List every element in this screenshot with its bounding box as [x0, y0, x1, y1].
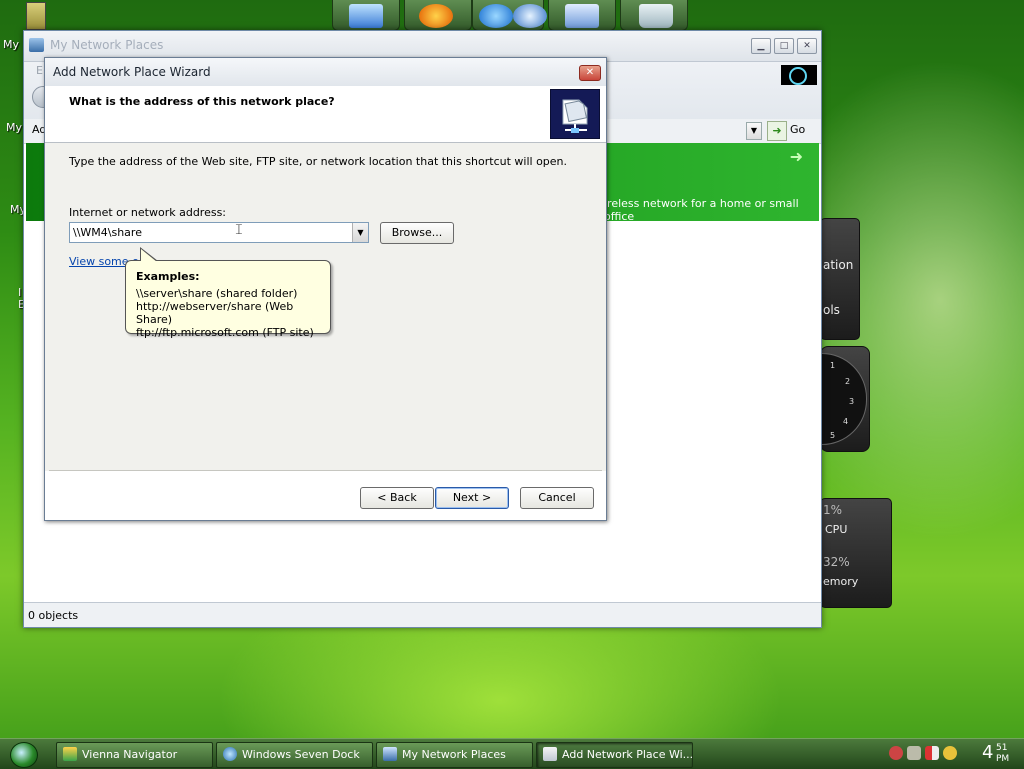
- taskbar-item-label: My Network Places: [402, 748, 506, 761]
- address-dropdown[interactable]: ▼: [746, 122, 762, 140]
- document-icon: [565, 4, 599, 28]
- button-separator: [49, 470, 602, 472]
- dock-item-browser[interactable]: [404, 0, 472, 31]
- taskbar-item-network-places[interactable]: My Network Places: [376, 742, 533, 768]
- wireless-network-link[interactable]: ireless network for a home or small offi…: [604, 197, 819, 223]
- tray-icon[interactable]: [925, 746, 939, 760]
- desktop-label: My: [3, 38, 20, 51]
- wizard-titlebar[interactable]: Add Network Place Wizard ✕: [45, 58, 606, 86]
- dock-item-docs[interactable]: [548, 0, 616, 31]
- clock-number: 5: [830, 431, 836, 440]
- internet-explorer-icon: [479, 4, 513, 28]
- status-text: 0 objects: [28, 609, 79, 622]
- chevron-down-icon[interactable]: ▼: [352, 223, 368, 242]
- go-arrow-icon[interactable]: ➜: [767, 121, 787, 141]
- clock-hour: 4: [982, 742, 994, 763]
- next-button[interactable]: Next >: [435, 487, 509, 509]
- desktop-label: My: [6, 121, 23, 134]
- taskbar-clock[interactable]: 4 51 PM: [982, 742, 1009, 764]
- clock-gadget: 1 2 3 4 5: [820, 346, 870, 452]
- vienna-icon: [63, 747, 77, 761]
- cpu-meter-gadget: 1% CPU 32% emory: [820, 498, 892, 608]
- wizard-close-button[interactable]: ✕: [579, 65, 601, 81]
- network-address-combobox[interactable]: \\WM4\share 𝙸 ▼: [69, 222, 369, 243]
- cpu-value: 1%: [823, 503, 843, 517]
- network-address-value[interactable]: \\WM4\share: [73, 226, 142, 239]
- tooltip-line: http://webserver/share (Web Share): [136, 300, 294, 326]
- back-button[interactable]: < Back: [360, 487, 434, 509]
- gadget-tools-text: ols: [823, 303, 840, 317]
- tooltip-line: ftp://ftp.microsoft.com (FTP site): [136, 326, 314, 339]
- dock-app-icon: [223, 747, 237, 761]
- network-folder-icon: [550, 89, 600, 139]
- dock-item-recycle[interactable]: [620, 0, 688, 31]
- network-places-icon: [383, 747, 397, 761]
- tooltip-tail-fill: [141, 249, 157, 262]
- clock-number: 1: [830, 361, 836, 370]
- tooltip-line: \\server\share (shared folder): [136, 287, 298, 300]
- close-button[interactable]: ✕: [797, 38, 817, 54]
- add-network-place-wizard: Add Network Place Wizard ✕ What is the a…: [44, 57, 607, 521]
- clock-number: 4: [843, 417, 849, 426]
- memory-value: 32%: [823, 555, 850, 569]
- taskbar-item-label: Windows Seven Dock: [242, 748, 360, 761]
- tooltip-heading: Examples:: [136, 270, 200, 283]
- taskbar-item-vienna[interactable]: Vienna Navigator: [56, 742, 213, 768]
- gadget-location-text: ation: [823, 258, 854, 272]
- minimize-button[interactable]: ▁: [751, 38, 771, 54]
- browse-button[interactable]: Browse...: [380, 222, 454, 244]
- wizard-heading: What is the address of this network plac…: [69, 95, 335, 108]
- windows-orb-icon: [789, 67, 807, 85]
- firefox-icon: [419, 4, 453, 28]
- top-dock: [332, 0, 694, 31]
- tray-icon[interactable]: [907, 746, 921, 760]
- gadget-panel: ation ols: [820, 218, 860, 340]
- media-player-icon: [513, 4, 547, 28]
- start-button[interactable]: [10, 742, 38, 768]
- wizard-header: What is the address of this network plac…: [45, 86, 606, 143]
- cpu-label: CPU: [825, 523, 848, 536]
- dock-item-ie[interactable]: [472, 0, 547, 31]
- text-cursor-icon: 𝙸: [234, 222, 244, 238]
- clock-suffix: PM: [996, 754, 1010, 764]
- status-bar: 0 objects: [24, 602, 821, 627]
- cancel-button[interactable]: Cancel: [520, 487, 594, 509]
- recycle-bin-icon: [639, 4, 673, 28]
- go-button[interactable]: Go: [790, 123, 805, 136]
- menu-partial[interactable]: E: [36, 64, 43, 77]
- wizard-title: Add Network Place Wizard: [53, 65, 211, 79]
- clock-face: [821, 353, 867, 445]
- examples-tooltip: Examples: \\server\share (shared folder)…: [125, 247, 331, 339]
- wizard-instruction: Type the address of the Web site, FTP si…: [69, 155, 568, 168]
- memory-label: emory: [823, 575, 859, 588]
- address-field-label: Internet or network address:: [69, 206, 227, 219]
- desktop-folder-icon[interactable]: [26, 2, 46, 30]
- dock-item-desktop[interactable]: [332, 0, 400, 31]
- clock-number: 3: [849, 397, 855, 406]
- clock-number: 2: [845, 377, 851, 386]
- wizard-body: Type the address of the Web site, FTP si…: [45, 143, 606, 471]
- monitor-icon: [349, 4, 383, 28]
- taskbar-item-wizard[interactable]: Add Network Place Wi...: [536, 742, 693, 768]
- maximize-button[interactable]: □: [774, 38, 794, 54]
- tray-icon[interactable]: [943, 746, 957, 760]
- taskbar-item-label: Add Network Place Wi...: [562, 748, 693, 761]
- network-places-icon: [29, 38, 44, 52]
- windows-logo: [781, 65, 817, 85]
- network-status-icon[interactable]: [889, 746, 903, 760]
- forward-arrow-icon[interactable]: ➜: [790, 147, 803, 166]
- taskbar: Vienna Navigator Windows Seven Dock My N…: [0, 738, 1024, 769]
- clock-minute: 51: [996, 743, 1008, 753]
- wizard-icon: [543, 747, 557, 761]
- taskbar-item-dock[interactable]: Windows Seven Dock: [216, 742, 373, 768]
- taskbar-item-label: Vienna Navigator: [82, 748, 178, 761]
- explorer-title: My Network Places: [50, 38, 164, 52]
